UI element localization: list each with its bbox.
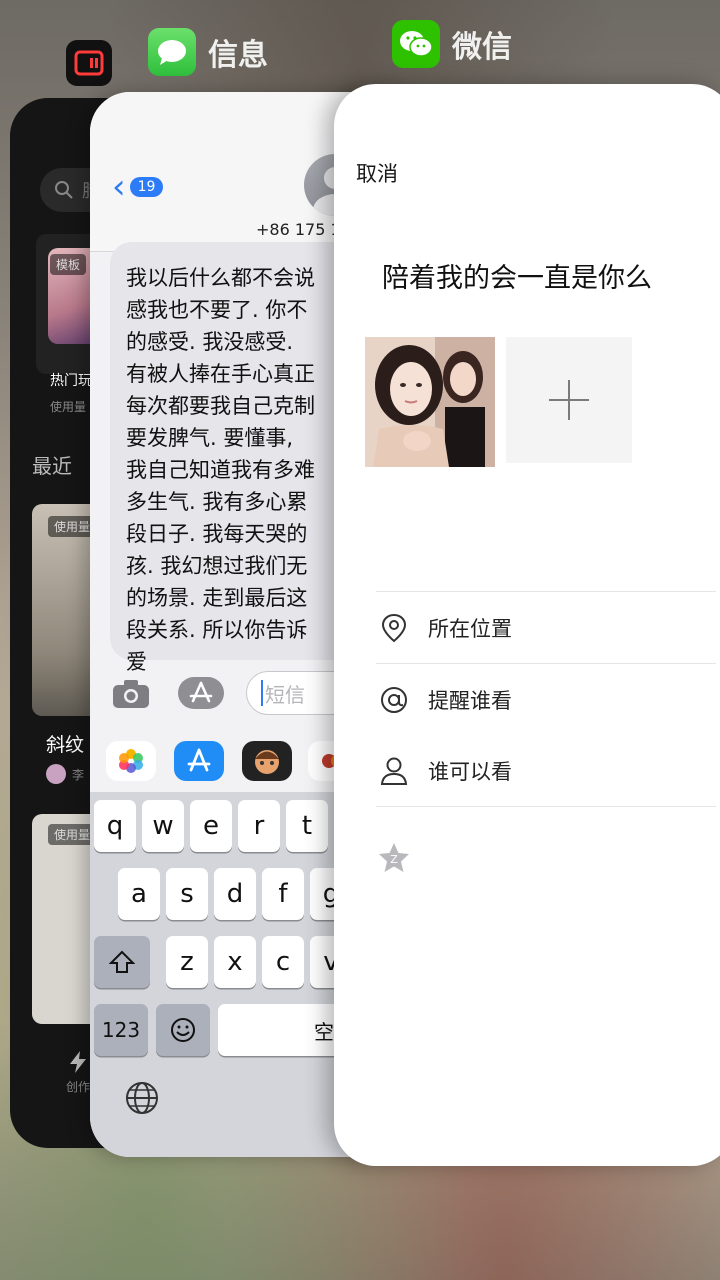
wechat-card[interactable]: 取消 陪着我的会一直是你么 所在位置 提醒谁看 谁可以看 Z bbox=[334, 84, 720, 1166]
person-icon bbox=[376, 753, 412, 789]
emoji-key[interactable] bbox=[156, 1004, 210, 1056]
wechat-app-label[interactable]: 微信 bbox=[392, 20, 512, 68]
key-z[interactable]: z bbox=[166, 936, 208, 988]
photos-icon bbox=[119, 749, 143, 773]
app-store-icon bbox=[187, 748, 211, 772]
key-f[interactable]: f bbox=[262, 868, 304, 920]
apps-button[interactable] bbox=[178, 677, 224, 709]
globe-key[interactable] bbox=[124, 1080, 160, 1120]
remind-label: 提醒谁看 bbox=[428, 689, 512, 713]
shift-arrow-icon bbox=[109, 950, 135, 973]
photos-app-button[interactable] bbox=[106, 741, 156, 781]
key-a[interactable]: a bbox=[118, 868, 160, 920]
memoji-icon bbox=[255, 750, 279, 774]
author-avatar bbox=[46, 764, 66, 784]
search-icon bbox=[55, 181, 73, 199]
key-s[interactable]: s bbox=[166, 868, 208, 920]
template-tag: 模板 bbox=[50, 254, 87, 275]
camera-button[interactable] bbox=[112, 679, 150, 709]
location-icon bbox=[376, 610, 412, 646]
unread-badge: 19 bbox=[129, 177, 164, 197]
location-row[interactable]: 所在位置 bbox=[376, 592, 716, 664]
numbers-key[interactable]: 123 bbox=[94, 1004, 148, 1056]
key-e[interactable]: e bbox=[190, 800, 232, 852]
lightning-icon bbox=[70, 1051, 86, 1073]
messages-app-icon bbox=[148, 28, 196, 76]
star-icon[interactable]: Z bbox=[376, 840, 412, 876]
recent-card-author: 李 bbox=[72, 768, 85, 782]
globe-icon bbox=[126, 1082, 158, 1114]
divider bbox=[376, 806, 716, 807]
camera-icon bbox=[113, 680, 149, 708]
recent-card-title: 斜纹 bbox=[46, 734, 85, 756]
hot-usage: 使用量 bbox=[50, 400, 87, 414]
key-r[interactable]: r bbox=[238, 800, 280, 852]
messages-app-name: 信息 bbox=[208, 38, 268, 73]
chevron-left-icon: ‹ bbox=[112, 167, 126, 207]
recent-card-tag: 使用量 bbox=[48, 516, 97, 537]
location-label: 所在位置 bbox=[428, 617, 512, 641]
messages-app-label[interactable]: 信息 bbox=[148, 28, 268, 76]
shift-key[interactable] bbox=[94, 936, 150, 988]
key-c[interactable]: c bbox=[262, 936, 304, 988]
at-icon bbox=[376, 682, 412, 718]
back-button[interactable]: ‹ 19 bbox=[112, 167, 164, 207]
key-q[interactable]: q bbox=[94, 800, 136, 852]
message-input-placeholder: 短信 bbox=[265, 682, 305, 707]
post-text[interactable]: 陪着我的会一直是你么 bbox=[382, 256, 652, 295]
app-store-button[interactable] bbox=[174, 741, 224, 781]
hot-title: 热门玩 bbox=[50, 373, 92, 389]
key-t[interactable]: t bbox=[286, 800, 328, 852]
wechat-app-icon bbox=[392, 20, 440, 68]
remind-row[interactable]: 提醒谁看 bbox=[376, 664, 716, 736]
attached-photo[interactable] bbox=[365, 337, 495, 467]
key-d[interactable]: d bbox=[214, 868, 256, 920]
app-store-icon bbox=[189, 681, 213, 703]
add-photo-button[interactable] bbox=[506, 337, 632, 463]
svg-text:Z: Z bbox=[390, 853, 398, 866]
recent-heading: 最近 bbox=[32, 454, 72, 478]
visibility-row[interactable]: 谁可以看 bbox=[376, 735, 716, 807]
cancel-button[interactable]: 取消 bbox=[356, 158, 398, 188]
video-app-icon bbox=[66, 40, 112, 86]
wechat-app-name: 微信 bbox=[452, 30, 512, 65]
emoji-icon bbox=[171, 1018, 195, 1042]
key-x[interactable]: x bbox=[214, 936, 256, 988]
text-caret bbox=[261, 680, 263, 706]
dark-app-label[interactable] bbox=[66, 40, 112, 86]
key-w[interactable]: w bbox=[142, 800, 184, 852]
visibility-label: 谁可以看 bbox=[428, 760, 512, 784]
memoji-button[interactable] bbox=[242, 741, 292, 781]
recent-card-2-tag: 使用量 bbox=[48, 824, 97, 845]
selfie-photo-icon bbox=[365, 337, 495, 467]
